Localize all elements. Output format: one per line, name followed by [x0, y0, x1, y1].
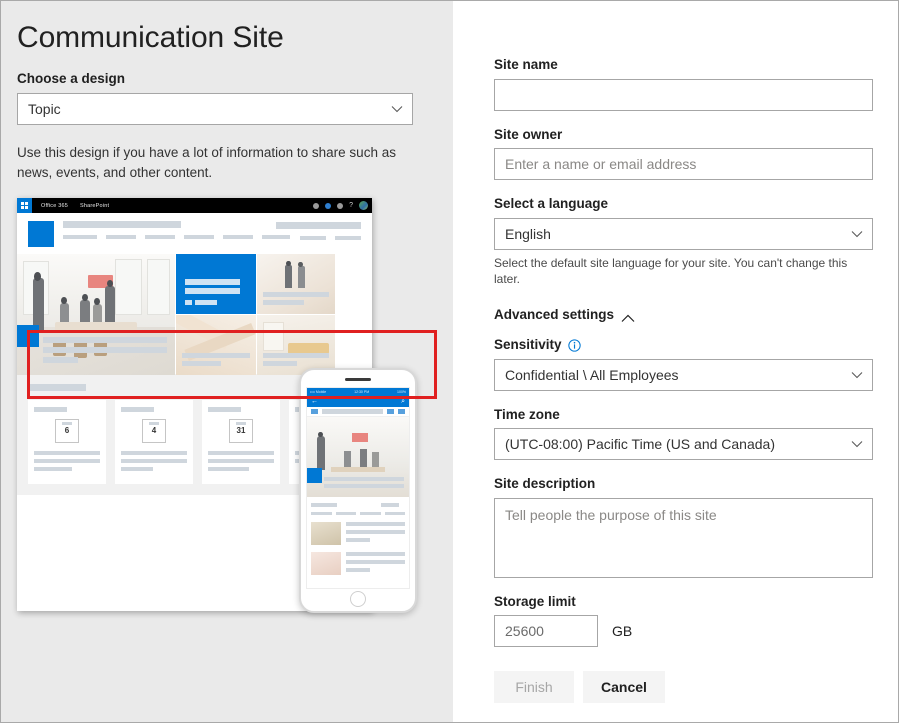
chevron-down-icon	[391, 103, 402, 114]
preview-tile-abstract	[176, 315, 256, 375]
avatar	[359, 201, 368, 210]
storage-limit-unit: GB	[612, 623, 632, 639]
time-zone-dropdown[interactable]: (UTC-08:00) Pacific Time (US and Canada)	[494, 428, 873, 460]
preview-suite-bar: Office 365 SharePoint ?	[17, 198, 372, 213]
phone-item-thumbnail	[311, 552, 341, 575]
design-preview-image: Office 365 SharePoint ?	[17, 198, 417, 613]
mobile-preview-mockup: •••• Mobile 12:30 PM 100% ← ⌕	[299, 368, 417, 613]
design-field-label: Choose a design	[17, 70, 437, 88]
calendar-icon: 4	[142, 419, 166, 443]
search-icon: ⌕	[401, 398, 405, 406]
preview-event-card: 31	[202, 400, 280, 484]
calendar-icon: 31	[229, 419, 253, 443]
site-settings-form: Site name Site owner Enter a name or ema…	[453, 1, 899, 722]
advanced-settings-toggle[interactable]: Advanced settings	[494, 307, 873, 322]
notifications-icon	[325, 203, 331, 209]
design-description: Use this design if you have a lot of inf…	[17, 143, 411, 182]
site-owner-placeholder: Enter a name or email address	[505, 156, 696, 172]
site-owner-label: Site owner	[494, 126, 873, 144]
preview-site-header	[17, 213, 372, 254]
phone-list-item	[311, 522, 405, 546]
site-description-group: Site description Tell people the purpose…	[494, 475, 873, 578]
phone-nav-bar: ← ⌕	[307, 396, 409, 407]
chevron-down-icon	[851, 228, 862, 239]
finish-button[interactable]: Finish	[494, 671, 574, 703]
site-description-label: Site description	[494, 475, 873, 493]
phone-status-bar: •••• Mobile 12:30 PM 100%	[307, 388, 409, 396]
time-zone-value: (UTC-08:00) Pacific Time (US and Canada)	[505, 436, 775, 452]
preview-event-card: 6	[28, 400, 106, 484]
storage-limit-group: Storage limit 25600 GB	[494, 593, 873, 648]
phone-home-button	[350, 591, 366, 607]
site-name-label: Site name	[494, 56, 873, 74]
chevron-down-icon	[851, 369, 862, 380]
site-name-group: Site name	[494, 56, 873, 111]
phone-time: 12:30 PM	[354, 390, 369, 394]
phone-battery: 100%	[397, 390, 406, 394]
design-dropdown[interactable]: Topic	[17, 93, 413, 125]
preview-hero-photo	[17, 254, 175, 375]
phone-list-item	[311, 552, 405, 576]
cancel-button[interactable]: Cancel	[583, 671, 665, 703]
site-description-placeholder: Tell people the purpose of this site	[505, 507, 717, 523]
page-title: Communication Site	[17, 21, 437, 56]
storage-limit-value: 25600	[505, 623, 544, 639]
time-zone-group: Time zone (UTC-08:00) Pacific Time (US a…	[494, 406, 873, 461]
advanced-settings-label: Advanced settings	[494, 307, 614, 322]
phone-hero-photo	[307, 417, 409, 497]
phone-hero-logo	[307, 468, 322, 483]
preview-suite-app-name: Office 365	[41, 203, 68, 209]
preview-news-tile	[176, 254, 256, 314]
language-label: Select a language	[494, 195, 873, 213]
waffle-icon	[17, 198, 32, 213]
dialog-actions: Finish Cancel	[494, 671, 873, 703]
create-site-dialog: Communication Site Choose a design Topic…	[0, 0, 899, 723]
phone-carrier: •••• Mobile	[310, 390, 326, 394]
sensitivity-dropdown[interactable]: Confidential \ All Employees	[494, 359, 873, 391]
help-icon: ?	[349, 203, 353, 209]
chevron-up-icon	[621, 311, 634, 319]
preview-suite-icons: ?	[313, 198, 368, 213]
preview-event-card: 4	[115, 400, 193, 484]
sensitivity-value: Confidential \ All Employees	[505, 367, 679, 383]
settings-icon	[337, 203, 343, 209]
calendar-icon: 6	[55, 419, 79, 443]
sensitivity-group: Sensitivity Confidential \ All Employees	[494, 336, 873, 391]
site-owner-input[interactable]: Enter a name or email address	[494, 148, 873, 180]
site-name-input[interactable]	[494, 79, 873, 111]
language-value: English	[505, 226, 551, 242]
phone-item-thumbnail	[311, 522, 341, 545]
storage-limit-label: Storage limit	[494, 593, 873, 611]
back-arrow-icon: ←	[311, 398, 318, 405]
preview-hero-logo	[17, 325, 39, 347]
sensitivity-label: Sensitivity	[494, 336, 562, 354]
language-dropdown[interactable]: English	[494, 218, 873, 250]
language-hint: Select the default site language for you…	[494, 255, 873, 289]
site-description-textarea[interactable]: Tell people the purpose of this site	[494, 498, 873, 578]
storage-limit-input[interactable]: 25600	[494, 615, 598, 647]
chevron-down-icon	[851, 438, 862, 449]
phone-speaker	[345, 378, 371, 381]
language-group: Select a language English Select the def…	[494, 195, 873, 288]
search-icon	[313, 203, 319, 209]
preview-site-logo	[28, 221, 54, 247]
design-dropdown-value: Topic	[28, 101, 61, 117]
time-zone-label: Time zone	[494, 406, 873, 424]
design-preview-panel: Communication Site Choose a design Topic…	[1, 1, 453, 722]
info-icon[interactable]	[568, 339, 581, 352]
preview-hero-grid	[17, 254, 372, 374]
site-owner-group: Site owner Enter a name or email address	[494, 126, 873, 181]
preview-tile-people	[257, 254, 335, 314]
preview-suite-product-name: SharePoint	[80, 203, 109, 209]
preview-tile-office	[257, 315, 335, 375]
